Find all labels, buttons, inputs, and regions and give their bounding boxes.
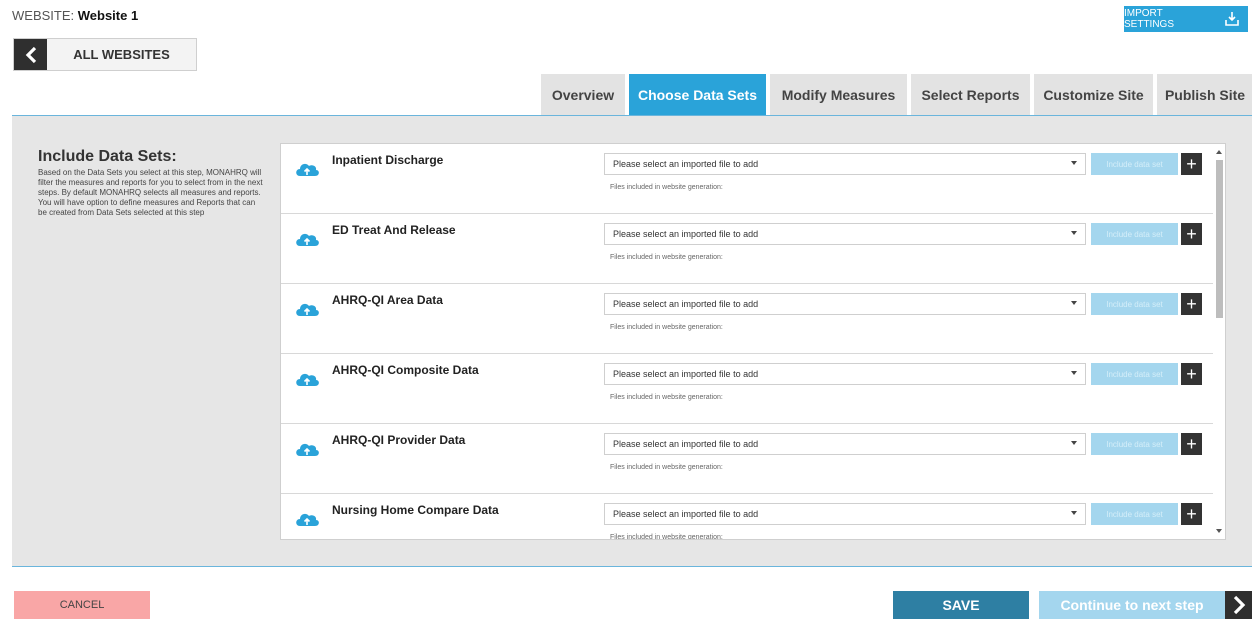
cancel-button[interactable]: CANCEL: [14, 591, 150, 619]
include-data-sets-title: Include Data Sets:: [38, 148, 177, 165]
select-placeholder: Please select an imported file to add: [613, 369, 759, 379]
import-settings-label: IMPORT SETTINGS: [1124, 8, 1175, 30]
cloud-upload-icon: [294, 301, 320, 322]
files-included-note: Files included in website generation:: [610, 184, 723, 191]
include-data-set-button[interactable]: Include data set: [1091, 293, 1178, 315]
tab-overview[interactable]: Overview: [541, 74, 625, 116]
scrollbar-thumb[interactable]: [1216, 160, 1223, 318]
data-set-name: AHRQ-QI Provider Data: [332, 433, 466, 447]
import-file-select[interactable]: Please select an imported file to add: [604, 363, 1086, 385]
all-websites-label: ALL WEBSITES: [73, 47, 170, 62]
next-arrow-icon: [1225, 591, 1252, 619]
include-data-set-button[interactable]: Include data set: [1091, 433, 1178, 455]
include-data-set-button[interactable]: Include data set: [1091, 153, 1178, 175]
data-set-name: Nursing Home Compare Data: [332, 503, 499, 517]
files-included-note: Files included in website generation:: [610, 534, 723, 540]
data-set-row: Inpatient Discharge Please select an imp…: [281, 144, 1213, 214]
select-placeholder: Please select an imported file to add: [613, 229, 759, 239]
cloud-upload-icon: [294, 371, 320, 392]
scroll-down-icon[interactable]: [1216, 529, 1222, 533]
data-set-name: AHRQ-QI Area Data: [332, 293, 443, 307]
website-name: Website 1: [77, 8, 139, 23]
save-button[interactable]: SAVE: [893, 591, 1029, 619]
tab-modify-measures[interactable]: Modify Measures: [770, 74, 907, 116]
data-set-row: AHRQ-QI Composite Data Please select an …: [281, 354, 1213, 424]
import-file-select[interactable]: Please select an imported file to add: [604, 503, 1086, 525]
data-set-name: AHRQ-QI Composite Data: [332, 363, 479, 377]
cloud-upload-icon: [294, 231, 320, 252]
select-placeholder: Please select an imported file to add: [613, 509, 759, 519]
cloud-upload-icon: [294, 161, 320, 182]
wizard-tabs: Overview Choose Data Sets Modify Measure…: [541, 74, 1252, 116]
dropdown-caret-icon: [1071, 371, 1077, 375]
data-set-row: Nursing Home Compare Data Please select …: [281, 494, 1213, 540]
data-set-row: AHRQ-QI Provider Data Please select an i…: [281, 424, 1213, 494]
add-icon[interactable]: +: [1181, 223, 1202, 245]
import-file-select[interactable]: Please select an imported file to add: [604, 153, 1086, 175]
add-icon[interactable]: +: [1181, 153, 1202, 175]
add-icon[interactable]: +: [1181, 293, 1202, 315]
include-data-set-button[interactable]: Include data set: [1091, 223, 1178, 245]
vertical-scrollbar[interactable]: [1213, 144, 1225, 539]
import-file-select[interactable]: Please select an imported file to add: [604, 223, 1086, 245]
include-data-set-button[interactable]: Include data set: [1091, 503, 1178, 525]
dropdown-caret-icon: [1071, 231, 1077, 235]
data-set-row: AHRQ-QI Area Data Please select an impor…: [281, 284, 1213, 354]
files-included-note: Files included in website generation:: [610, 394, 723, 401]
scroll-up-icon[interactable]: [1216, 150, 1222, 154]
import-file-select[interactable]: Please select an imported file to add: [604, 293, 1086, 315]
tab-customize-site[interactable]: Customize Site: [1034, 74, 1153, 116]
dropdown-caret-icon: [1071, 301, 1077, 305]
continue-label: Continue to next step: [1060, 597, 1204, 613]
files-included-note: Files included in website generation:: [610, 464, 723, 471]
cloud-upload-icon: [294, 511, 320, 532]
add-icon[interactable]: +: [1181, 503, 1202, 525]
files-included-note: Files included in website generation:: [610, 324, 723, 331]
website-prefix: WEBSITE:: [12, 8, 75, 23]
add-icon[interactable]: +: [1181, 433, 1202, 455]
include-data-sets-description: Based on the Data Sets you select at thi…: [38, 168, 263, 217]
continue-button[interactable]: Continue to next step: [1039, 591, 1252, 619]
back-arrow-icon[interactable]: [14, 39, 47, 70]
add-icon[interactable]: +: [1181, 363, 1202, 385]
tab-choose-data-sets[interactable]: Choose Data Sets: [629, 74, 766, 116]
download-icon: [1224, 11, 1240, 27]
dropdown-caret-icon: [1071, 441, 1077, 445]
include-data-set-button[interactable]: Include data set: [1091, 363, 1178, 385]
select-placeholder: Please select an imported file to add: [613, 159, 759, 169]
all-websites-button[interactable]: ALL WEBSITES: [13, 38, 197, 71]
select-placeholder: Please select an imported file to add: [613, 439, 759, 449]
panel-divider: [12, 566, 1252, 567]
select-placeholder: Please select an imported file to add: [613, 299, 759, 309]
data-set-name: ED Treat And Release: [332, 223, 456, 237]
import-file-select[interactable]: Please select an imported file to add: [604, 433, 1086, 455]
dropdown-caret-icon: [1071, 161, 1077, 165]
import-settings-button[interactable]: IMPORT SETTINGS: [1124, 6, 1248, 32]
tab-publish-site[interactable]: Publish Site: [1157, 74, 1252, 116]
data-set-row: ED Treat And Release Please select an im…: [281, 214, 1213, 284]
website-title: WEBSITE: Website 1: [12, 8, 138, 23]
data-set-name: Inpatient Discharge: [332, 153, 444, 167]
data-set-list: Inpatient Discharge Please select an imp…: [280, 143, 1226, 540]
dropdown-caret-icon: [1071, 511, 1077, 515]
cloud-upload-icon: [294, 441, 320, 462]
tab-select-reports[interactable]: Select Reports: [911, 74, 1030, 116]
files-included-note: Files included in website generation:: [610, 254, 723, 261]
